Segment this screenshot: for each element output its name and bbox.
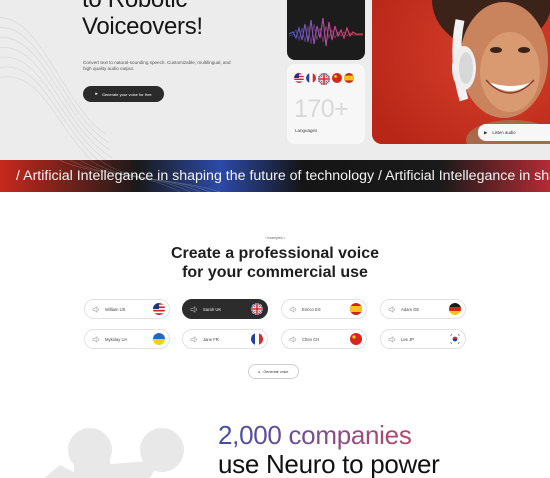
companies-heading-line-2: use Neuro to power xyxy=(218,449,440,478)
woman-headphones-photo xyxy=(372,0,550,144)
companies-heading-line-1: 2,000 companies xyxy=(218,421,440,450)
voice-option-sarah[interactable]: Sarah UK xyxy=(182,299,268,319)
hero-title-line-2: Voiceovers! xyxy=(82,13,203,40)
play-icon: ▸ xyxy=(95,91,98,97)
hero-title: to Robotic Voiceovers! xyxy=(82,0,203,40)
es-flag-icon xyxy=(350,303,362,315)
speaker-icon xyxy=(92,305,100,313)
hero-section: to Robotic Voiceovers! Convert text to n… xyxy=(0,0,550,160)
uk-flag-icon xyxy=(318,73,330,85)
languages-label: Languages xyxy=(295,128,318,133)
hero-title-line-1: to Robotic xyxy=(82,0,203,13)
generate-voice-label: Generate voice xyxy=(263,369,289,374)
uk-flag-icon xyxy=(251,303,263,315)
voice-name: Chen CH xyxy=(302,336,320,342)
examples-title: Create a professional voice for your com… xyxy=(0,244,550,282)
kr-flag-icon xyxy=(449,333,461,345)
voice-name: Sarah UK xyxy=(203,306,222,312)
cn-flag-icon xyxy=(332,73,342,83)
waveform-card xyxy=(287,0,365,60)
speaker-icon xyxy=(289,335,297,343)
marquee-banner: / Artificial Intellegance in shaping the… xyxy=(0,160,550,192)
languages-card: 170+ Languages xyxy=(287,64,365,144)
speaker-icon xyxy=(190,305,198,313)
speaker-icon xyxy=(289,305,297,313)
voice-name: Jane FR xyxy=(203,336,219,342)
neuro-logo-graphic xyxy=(44,428,184,478)
play-icon: ▶ xyxy=(484,129,488,135)
voice-option-enrico[interactable]: Enrico ES xyxy=(281,299,367,319)
examples-title-line-1: Create a professional voice xyxy=(170,245,380,262)
voice-option-adam[interactable]: Adam GE xyxy=(380,299,466,319)
listen-audio-label: Listen audio xyxy=(492,130,516,135)
de-flag-icon xyxy=(449,303,461,315)
voice-name: Enrico ES xyxy=(302,306,321,312)
hero-subtitle: Convert text to natural-sounding speech.… xyxy=(83,60,231,72)
voice-option-lee[interactable]: Lee JP xyxy=(380,329,466,349)
languages-count: 170+ xyxy=(294,95,349,123)
fr-flag-icon xyxy=(306,73,316,83)
voice-name: Lee JP xyxy=(401,336,415,342)
marquee-text: / Artificial Intellegance in shaping the… xyxy=(16,168,550,184)
voice-option-mykolay[interactable]: Mykolay UA xyxy=(84,329,170,349)
portrait-illustration xyxy=(372,0,550,144)
voice-name: Mykolay UA xyxy=(105,336,128,342)
voice-option-jane[interactable]: Jane FR xyxy=(182,329,268,349)
cta-label: Generate your voice for free xyxy=(101,91,152,97)
language-flags xyxy=(294,73,354,85)
speaker-icon xyxy=(388,305,396,313)
section-tag: / examples / xyxy=(265,236,285,240)
play-icon: ▸ xyxy=(258,369,261,374)
generate-voice-cta-button[interactable]: ▸ Generate your voice for free xyxy=(83,86,164,102)
ua-flag-icon xyxy=(153,333,165,345)
cn-flag-icon xyxy=(350,333,362,345)
voice-option-chen[interactable]: Chen CH xyxy=(281,329,367,349)
voice-option-william[interactable]: William US xyxy=(84,299,170,319)
us-flag-icon xyxy=(153,303,165,315)
voice-name: William US xyxy=(105,306,126,312)
companies-heading: 2,000 companies use Neuro to power xyxy=(218,421,440,478)
waveform-icon xyxy=(288,17,363,47)
listen-audio-button[interactable]: ▶ Listen audio xyxy=(478,124,550,141)
es-flag-icon xyxy=(344,73,354,83)
speaker-icon xyxy=(388,335,396,343)
fr-flag-icon xyxy=(251,333,263,345)
generate-voice-button[interactable]: ▸ Generate voice xyxy=(248,364,299,379)
examples-title-line-2: for your commercial use xyxy=(182,264,368,281)
speaker-icon xyxy=(190,335,198,343)
voice-name: Adam GE xyxy=(401,306,420,312)
us-flag-icon xyxy=(294,73,304,83)
speaker-icon xyxy=(92,335,100,343)
